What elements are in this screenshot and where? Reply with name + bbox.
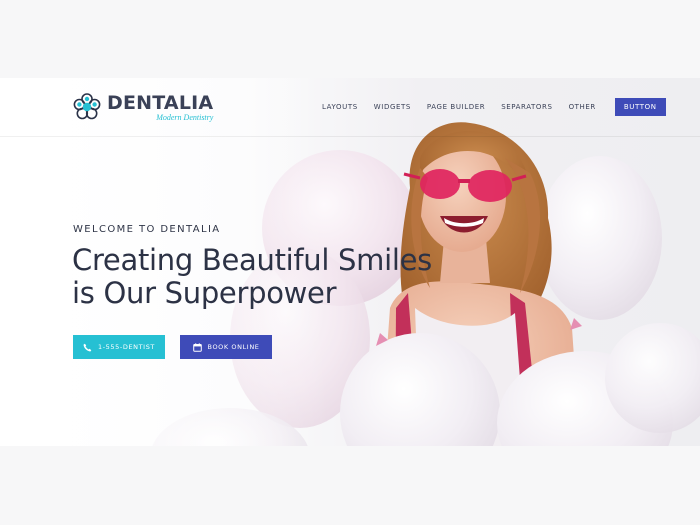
- nav-item-other[interactable]: OTHER: [569, 99, 596, 116]
- hero-section: DENTALIA Modern Dentistry LAYOUTS WIDGET…: [0, 78, 700, 446]
- nav-item-separators[interactable]: SEPARATORS: [501, 99, 552, 116]
- book-online-button[interactable]: BOOK ONLINE: [180, 335, 272, 359]
- balloon: [538, 156, 662, 320]
- hero-eyebrow: WELCOME TO DENTALIA: [73, 224, 221, 235]
- top-navbar: DENTALIA Modern Dentistry LAYOUTS WIDGET…: [0, 78, 700, 137]
- brand-logo[interactable]: DENTALIA Modern Dentistry: [72, 92, 213, 122]
- nav-item-widgets[interactable]: WIDGETS: [374, 99, 411, 116]
- calendar-icon: [192, 342, 202, 352]
- brand-tagline: Modern Dentistry: [156, 112, 214, 122]
- tooth-flower-icon: [73, 93, 101, 120]
- nav-item-page-builder[interactable]: PAGE BUILDER: [427, 99, 485, 116]
- phone-icon: [83, 343, 92, 351]
- call-button-label: 1-555-DENTIST: [98, 343, 155, 351]
- hero-headline: Creating Beautiful Smiles is Our Superpo…: [72, 244, 492, 310]
- call-button[interactable]: 1-555-DENTIST: [73, 335, 165, 359]
- headline-line-2: is Our Superpower: [72, 276, 337, 310]
- nav-cta-button[interactable]: BUTTON: [614, 98, 666, 116]
- nav-item-layouts[interactable]: LAYOUTS: [322, 99, 358, 116]
- headline-line-1: Creating Beautiful Smiles: [72, 243, 432, 277]
- main-menu: LAYOUTS WIDGETS PAGE BUILDER SEPARATORS …: [322, 98, 666, 116]
- brand-name: DENTALIA: [107, 91, 214, 114]
- book-online-label: BOOK ONLINE: [207, 343, 260, 351]
